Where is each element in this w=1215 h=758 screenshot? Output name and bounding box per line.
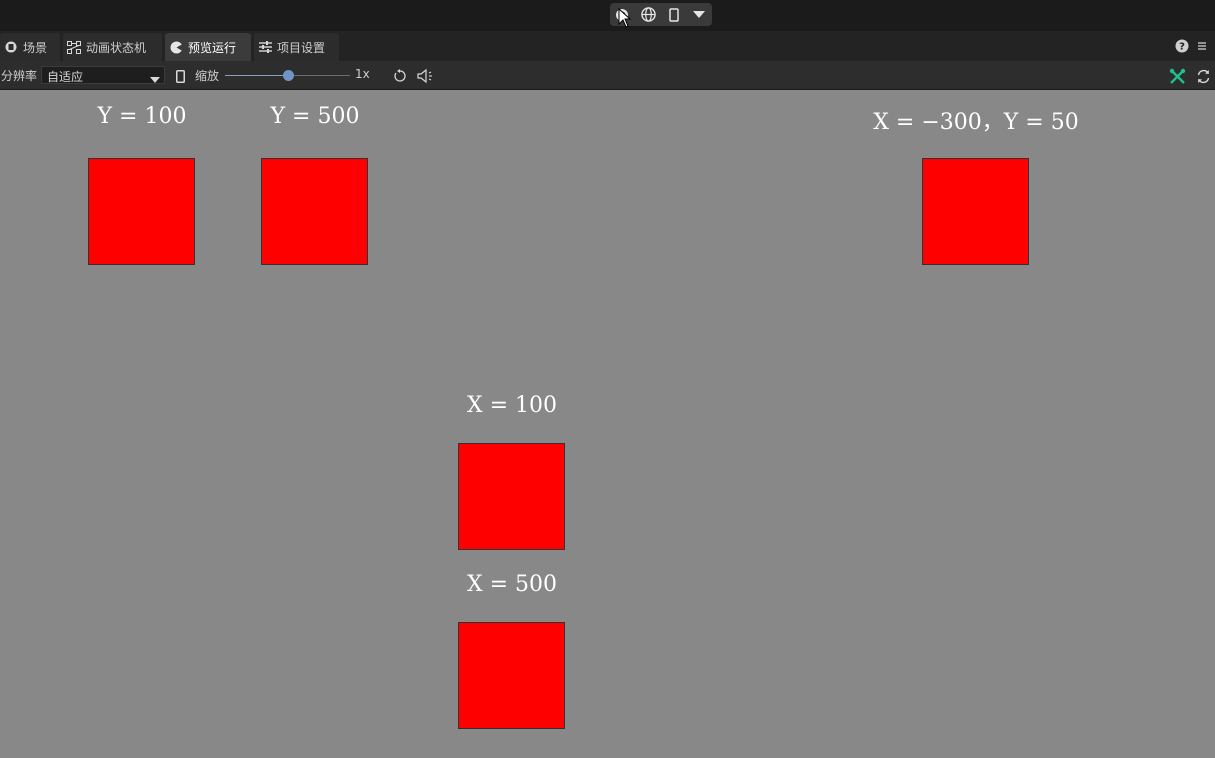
top-bar — [0, 0, 1215, 31]
refresh-icon[interactable] — [1194, 67, 1212, 85]
red-box-y-100 — [88, 158, 195, 265]
resolution-select[interactable]: 自适应 — [41, 66, 165, 84]
tab-label: 动画状态机 — [86, 40, 147, 55]
menu-icon[interactable] — [1194, 38, 1210, 54]
red-box-x-neg300-y-50 — [922, 158, 1029, 265]
speaker-icon[interactable] — [417, 67, 435, 85]
help-icon[interactable]: ? — [1174, 38, 1190, 54]
chevron-down-icon — [150, 72, 160, 86]
resolution-value: 自适应 — [47, 70, 84, 84]
tab-animation-state-machine[interactable]: 动画状态机 — [63, 33, 162, 61]
restart-icon[interactable] — [391, 67, 409, 85]
preview-icon — [169, 40, 183, 54]
zoom-label: 缩放 — [195, 69, 220, 83]
settings-sliders-icon — [258, 40, 272, 54]
scene-icon — [4, 40, 18, 54]
zoom-value: 1x — [355, 67, 370, 81]
tab-preview-run[interactable]: 预览运行 — [165, 33, 251, 61]
mouse-cursor-icon — [618, 8, 632, 28]
label-y-500: Y = 500 — [270, 104, 360, 129]
tab-label: 场景 — [23, 40, 48, 55]
device-orientation-icon[interactable] — [171, 67, 189, 85]
zoom-slider-thumb[interactable] — [282, 70, 294, 81]
label-x-neg300-y-50: X = −300，Y = 50 — [873, 110, 1079, 135]
svg-text:?: ? — [1179, 42, 1185, 53]
mobile-device-icon[interactable] — [662, 3, 686, 26]
resolution-label: 分辨率 — [1, 69, 38, 83]
label-x-100: X = 100 — [466, 393, 558, 418]
state-machine-icon — [67, 40, 81, 54]
debug-tools-icon[interactable] — [1168, 67, 1186, 85]
globe-icon[interactable] — [636, 3, 660, 26]
red-box-x-100 — [458, 443, 565, 550]
red-box-x-500 — [458, 622, 565, 729]
tab-scene[interactable]: 场景 — [0, 33, 60, 61]
label-y-100: Y = 100 — [97, 104, 187, 129]
editor-tab-bar: 场景 动画状态机 预览运行 项目设置 ? — [0, 31, 1215, 61]
dropdown-caret-icon[interactable] — [687, 3, 711, 26]
zoom-slider[interactable] — [225, 69, 350, 83]
tab-label: 项目设置 — [277, 40, 326, 55]
label-x-500: X = 500 — [466, 572, 558, 597]
tab-project-settings[interactable]: 项目设置 — [254, 33, 339, 61]
zoom-slider-fill — [225, 75, 288, 76]
red-box-y-500 — [261, 158, 368, 265]
tab-label: 预览运行 — [188, 40, 237, 55]
preview-toolbar: 分辨率 自适应 缩放 1x — [0, 61, 1215, 90]
